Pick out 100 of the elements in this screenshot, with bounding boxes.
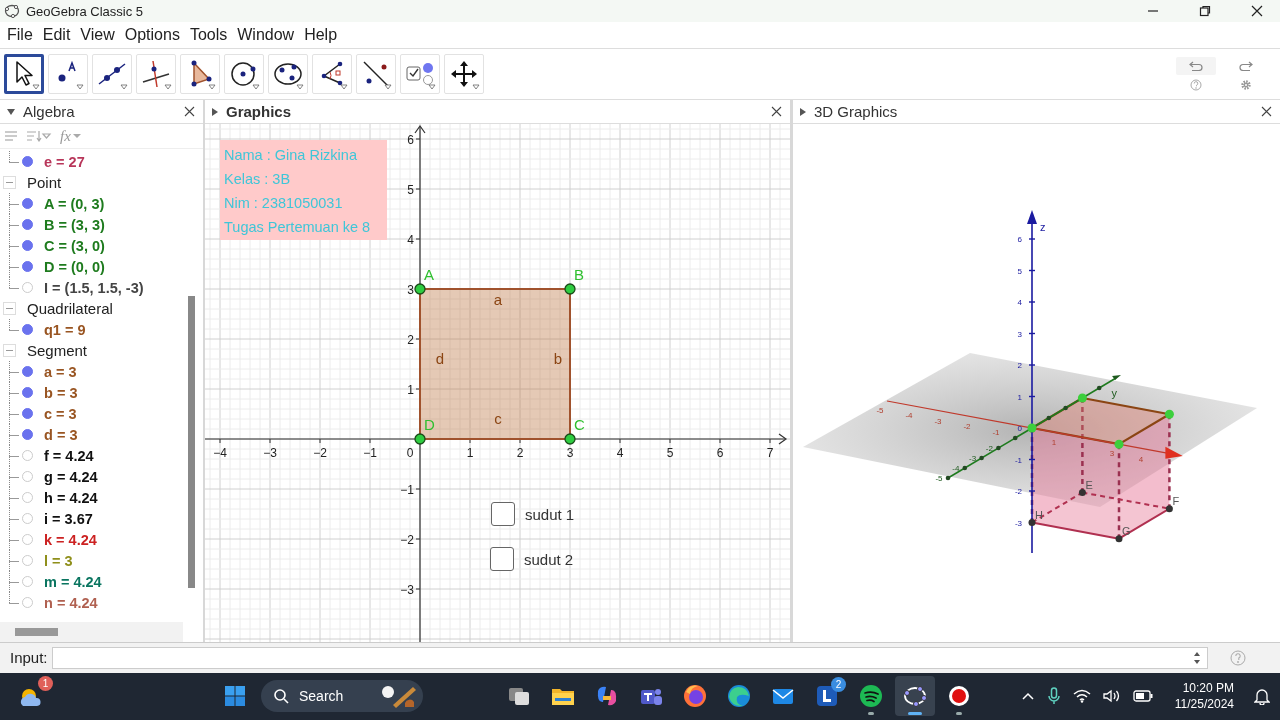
info-line: Kelas : 3B — [224, 170, 292, 189]
visibility-toggle[interactable] — [22, 408, 33, 419]
tick-label: −1 — [400, 483, 414, 497]
menu-item[interactable]: Edit — [37, 22, 76, 47]
tick-label: 4 — [1138, 454, 1144, 464]
algebra-object[interactable]: q1 = 9 — [44, 321, 86, 338]
visibility-toggle[interactable] — [22, 429, 33, 440]
algebra-object[interactable]: f = 4.24 — [44, 447, 94, 464]
spinner-icon[interactable] — [1192, 650, 1201, 665]
algebra-object[interactable]: e = 27 — [44, 153, 85, 170]
wifi-icon[interactable] — [1072, 689, 1091, 704]
collapse-toggle[interactable] — [3, 302, 16, 315]
tick-label: −1 — [363, 446, 377, 460]
volume-icon[interactable] — [1102, 689, 1121, 704]
algebra-object[interactable]: I = (1.5, 1.5, -3) — [44, 279, 144, 296]
menu-item[interactable]: Options — [119, 22, 185, 47]
algebra-object[interactable]: i = 3.67 — [44, 510, 93, 527]
point-label: E — [1085, 478, 1093, 491]
notification-badge: 2 — [831, 677, 846, 693]
collapse-toggle[interactable] — [3, 176, 16, 189]
checkbox-label[interactable]: sudut 1 — [525, 505, 575, 523]
tick-label: 4 — [616, 446, 624, 460]
expand-icon[interactable] — [799, 106, 807, 117]
tick-label: 0 — [406, 446, 414, 460]
search-field[interactable]: Search — [261, 680, 423, 713]
undo-button[interactable] — [1176, 56, 1216, 75]
settings-icon[interactable] — [1240, 78, 1252, 91]
collapse-icon[interactable] — [6, 107, 16, 116]
algebra-object[interactable]: D = (0, 0) — [44, 258, 105, 275]
group-label: Quadrilateral — [27, 300, 113, 317]
visibility-toggle[interactable] — [22, 366, 33, 377]
tool-button[interactable] — [4, 53, 44, 94]
tick-label: 6 — [407, 133, 414, 147]
tick-label: -4 — [905, 411, 913, 421]
visibility-toggle[interactable] — [22, 156, 33, 167]
visibility-toggle[interactable] — [22, 219, 33, 230]
algebra-object[interactable]: d = 3 — [44, 426, 78, 443]
scrollbar[interactable] — [188, 296, 195, 588]
tick-label: -3 — [1014, 518, 1022, 528]
point[interactable] — [564, 433, 576, 445]
algebra-object[interactable]: b = 3 — [44, 384, 78, 401]
algebra-object[interactable]: m = 4.24 — [44, 573, 102, 590]
info-line: Nama : Gina Rizkina — [224, 146, 358, 165]
menu-item[interactable]: File — [2, 22, 38, 47]
algebra-object[interactable]: C = (3, 0) — [44, 237, 105, 254]
segment-label: b — [553, 350, 563, 367]
algebra-object[interactable]: B = (3, 3) — [44, 216, 105, 233]
input-field[interactable] — [51, 646, 1208, 669]
tick-label: 7 — [766, 446, 774, 460]
tick-label: −3 — [400, 583, 414, 597]
list-icon — [4, 130, 18, 142]
algebra-object[interactable]: h = 4.24 — [44, 489, 98, 506]
point[interactable] — [414, 433, 426, 445]
clock-date[interactable]: 11/25/2024 — [1174, 696, 1234, 713]
taskbar-app[interactable] — [895, 676, 935, 717]
scrollbar[interactable] — [15, 628, 58, 636]
tick-label: 2 — [516, 446, 524, 460]
menu-item[interactable]: Window — [232, 22, 300, 47]
algebra-object[interactable]: A = (0, 3) — [44, 195, 105, 212]
tick-label: -2 — [963, 422, 971, 432]
tick-label: -2 — [1014, 487, 1022, 496]
checkbox[interactable] — [490, 547, 514, 571]
algebra-object[interactable]: k = 4.24 — [44, 531, 97, 548]
microphone-icon[interactable] — [1046, 687, 1061, 706]
ellipse-icon — [902, 683, 928, 710]
tick-label: 3 — [1017, 329, 1022, 339]
menu-item[interactable]: View — [75, 22, 120, 47]
collapse-toggle[interactable] — [3, 344, 16, 357]
notification-icon[interactable] — [1254, 687, 1270, 706]
checkbox-label[interactable]: sudut 2 — [524, 550, 574, 568]
visibility-toggle[interactable] — [22, 261, 33, 272]
visibility-toggle[interactable] — [22, 198, 33, 209]
chevron-up-icon[interactable] — [1020, 691, 1035, 702]
point[interactable] — [564, 283, 576, 295]
tick-label: −4 — [213, 446, 227, 460]
tick-label: 3 — [1109, 449, 1115, 459]
visibility-toggle[interactable] — [22, 387, 33, 398]
info-line: Nim : 2381050031 — [224, 194, 344, 213]
restore-icon — [1199, 5, 1211, 17]
menu-item[interactable]: Help — [299, 22, 343, 47]
expand-icon[interactable] — [211, 106, 219, 117]
checkbox[interactable] — [491, 502, 515, 526]
point[interactable] — [414, 283, 426, 295]
visibility-toggle[interactable] — [22, 324, 33, 335]
menu-item[interactable]: Tools — [184, 22, 233, 47]
tick-label: 4 — [407, 233, 414, 247]
algebra-object[interactable]: n = 4.24 — [44, 594, 98, 611]
algebra-object[interactable]: a = 3 — [44, 363, 77, 380]
visibility-toggle[interactable] — [22, 240, 33, 251]
tick-label: -5 — [935, 474, 943, 483]
wave-icon — [726, 683, 752, 710]
clock-time[interactable]: 10:20 PM — [1182, 680, 1234, 697]
caret-icon — [72, 133, 81, 139]
tick-label: −2 — [400, 533, 414, 547]
battery-icon[interactable] — [1132, 690, 1153, 703]
tick-label: -3 — [969, 454, 977, 463]
algebra-object[interactable]: g = 4.24 — [44, 468, 98, 485]
tick-label: 3 — [566, 446, 574, 460]
sort-icon — [26, 130, 52, 142]
algebra-object[interactable]: c = 3 — [44, 405, 77, 422]
